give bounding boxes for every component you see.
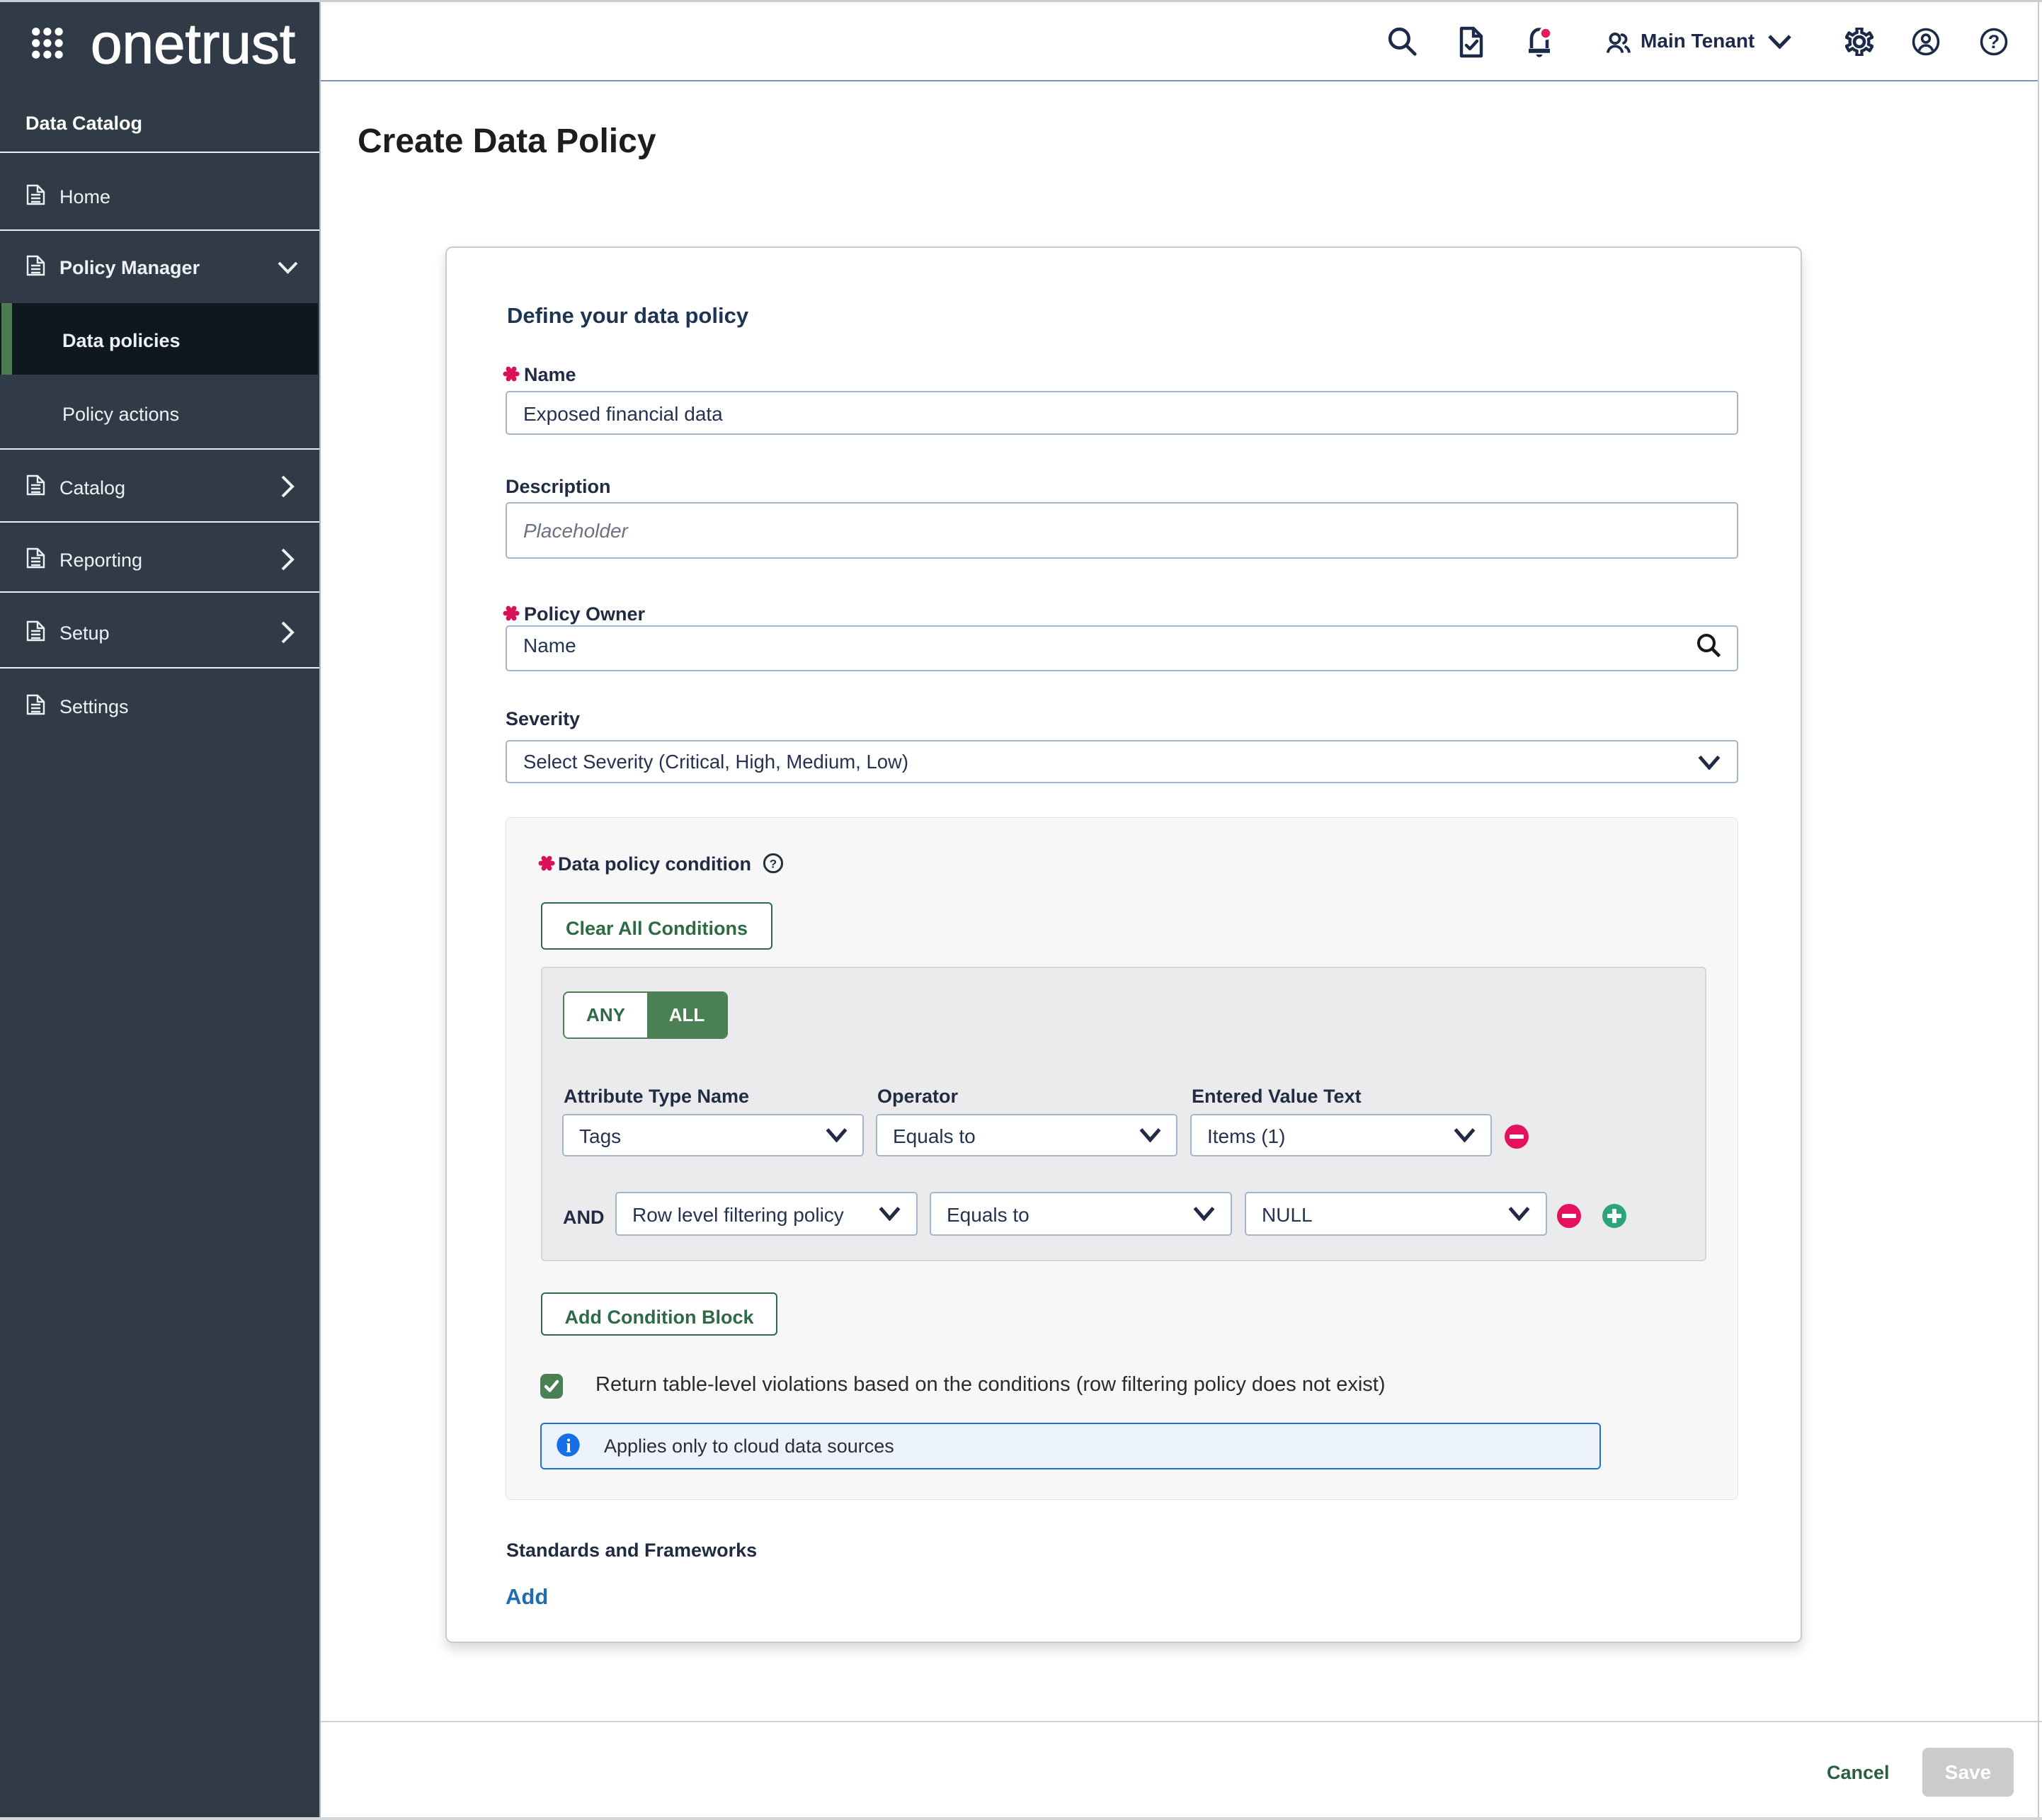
svg-text:?: ? <box>770 858 777 871</box>
svg-text:i: i <box>566 1435 571 1457</box>
svg-text:?: ? <box>1988 31 2000 52</box>
